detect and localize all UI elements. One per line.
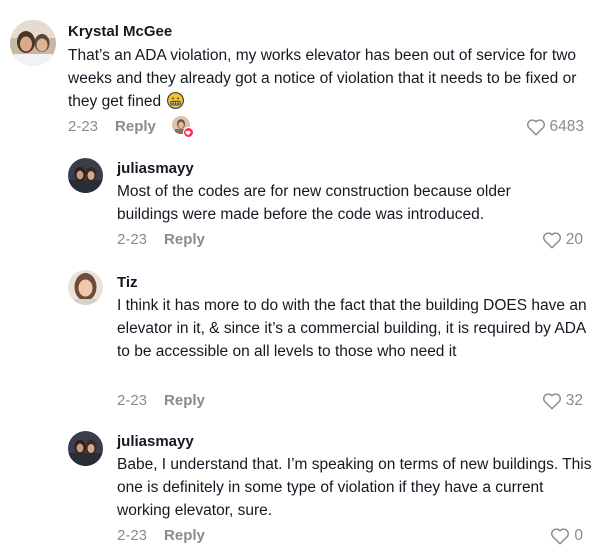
like-button[interactable]: 0 [550, 525, 583, 547]
heart-outline-icon [551, 528, 570, 545]
comment-meta: 2-23 Reply [117, 524, 205, 546]
reply-button[interactable]: Reply [164, 231, 205, 248]
comment-text: I think it has more to do with the fact … [117, 297, 587, 360]
comment-text: Babe, I understand that. I’m speaking on… [117, 456, 592, 519]
comment-username[interactable]: Tiz [117, 273, 138, 293]
like-count: 20 [565, 231, 583, 248]
avatar[interactable] [68, 270, 103, 305]
comment-username[interactable]: juliasmayy [117, 432, 194, 452]
comment-text-content: That’s an ADA violation, my works elevat… [68, 47, 577, 110]
heart-outline-icon [542, 393, 561, 410]
like-button[interactable]: 32 [542, 390, 583, 412]
comment-text: Most of the codes are for new constructi… [117, 183, 511, 223]
comment-date: 2-23 [68, 117, 99, 135]
reply-button[interactable]: Reply [164, 527, 205, 544]
comment-date: 2-23 [117, 230, 148, 248]
heart-outline-icon [526, 119, 545, 136]
comment-date: 2-23 [117, 391, 148, 409]
like-count: 0 [574, 527, 583, 544]
comment-meta: 2-23 Reply [117, 228, 205, 250]
like-button[interactable]: 6483 [526, 116, 584, 138]
reply-thread-item: juliasmayy Babe, I understand that. I’m … [0, 424, 596, 560]
reply-button[interactable]: Reply [164, 392, 205, 409]
creator-liked-badge [171, 116, 194, 138]
avatar[interactable] [68, 431, 103, 466]
heart-outline-icon [542, 232, 561, 249]
avatar[interactable] [10, 20, 56, 66]
reply-thread-item: juliasmayy Most of the codes are for new… [0, 150, 596, 262]
comment-text: That’s an ADA violation, my works elevat… [68, 44, 588, 113]
like-button[interactable]: 20 [542, 229, 583, 251]
grimacing-face-emoji-icon [167, 92, 185, 109]
reply-button[interactable]: Reply [115, 118, 156, 135]
like-count: 32 [565, 392, 583, 409]
like-count: 6483 [549, 118, 584, 135]
comment-username[interactable]: Krystal McGee [68, 22, 172, 42]
reply-thread-item: Tiz I think it has more to do with the f… [0, 262, 596, 424]
comment-date: 2-23 [117, 526, 148, 544]
heart-badge-icon [182, 127, 194, 138]
comment-username[interactable]: juliasmayy [117, 159, 194, 179]
comment-thread-item: Krystal McGee That’s an ADA violation, m… [0, 0, 596, 150]
comment-meta: 2-23 Reply [68, 115, 194, 138]
comment-meta: 2-23 Reply [117, 389, 205, 411]
avatar[interactable] [68, 158, 103, 193]
